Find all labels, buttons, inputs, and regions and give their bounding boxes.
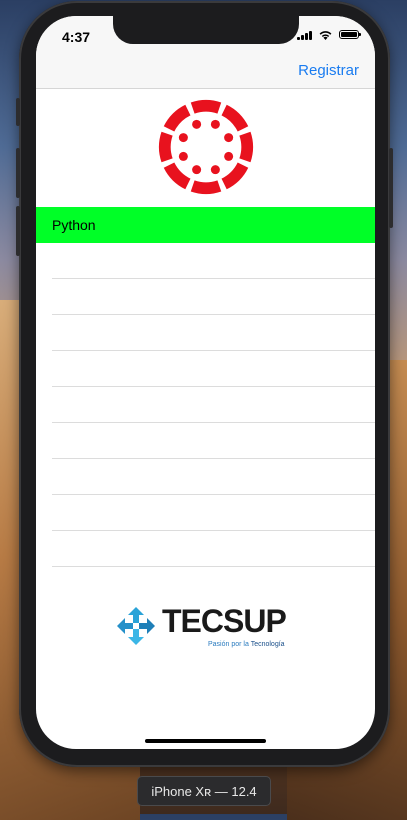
canvas-logo-segment xyxy=(221,162,249,190)
list-item-empty[interactable] xyxy=(36,279,375,315)
wifi-icon xyxy=(319,31,332,40)
canvas-logo-dot xyxy=(224,133,234,143)
volume-down-button xyxy=(16,206,20,256)
tecsup-arrows-icon xyxy=(117,607,155,645)
canvas-logo xyxy=(157,98,255,196)
notch xyxy=(113,16,299,44)
canvas-logo-dot xyxy=(192,165,202,175)
canvas-logo-dot xyxy=(178,133,188,143)
canvas-logo-segment xyxy=(190,99,222,114)
canvas-logo-segment xyxy=(221,104,249,132)
canvas-logo-dot xyxy=(224,151,234,161)
battery-icon xyxy=(339,30,361,39)
list-item-empty[interactable] xyxy=(36,423,375,459)
canvas-logo-icon xyxy=(158,99,254,195)
list-item-python[interactable]: Python xyxy=(36,207,375,243)
list-item-empty[interactable] xyxy=(36,351,375,387)
simulator-device-label: iPhone Xʀ — 12.4 xyxy=(137,776,271,806)
canvas-logo-dot xyxy=(210,165,220,175)
list-item-empty[interactable] xyxy=(36,243,375,279)
list-item-empty[interactable] xyxy=(36,495,375,531)
register-button[interactable]: Registrar xyxy=(298,62,359,79)
home-indicator[interactable] xyxy=(145,739,266,743)
tecsup-wordmark: TECSUP xyxy=(162,603,287,639)
canvas-logo-segment xyxy=(163,104,191,132)
canvas-logo-dot xyxy=(178,151,188,161)
course-list: Python xyxy=(36,207,375,567)
status-time: 4:37 xyxy=(62,29,91,45)
list-item-empty[interactable] xyxy=(36,531,375,567)
tecsup-tagline: Pasión por la Tecnología xyxy=(208,641,285,648)
cellular-signal-icon xyxy=(297,30,312,40)
list-item-empty[interactable] xyxy=(36,315,375,351)
canvas-logo-segment xyxy=(239,131,254,163)
canvas-logo-segment xyxy=(158,131,173,163)
tecsup-logo: TECSUP Pasión por la Tecnología xyxy=(114,602,294,654)
mute-switch xyxy=(16,98,20,126)
canvas-logo-segment xyxy=(190,180,222,195)
canvas-logo-dot xyxy=(210,119,220,129)
empty-rows xyxy=(36,243,375,567)
list-item-label: Python xyxy=(52,217,96,233)
volume-up-button xyxy=(16,148,20,198)
canvas-logo-dot xyxy=(192,119,202,129)
list-item-empty[interactable] xyxy=(36,387,375,423)
canvas-logo-segment xyxy=(163,162,191,190)
status-icons xyxy=(297,29,361,40)
list-item-empty[interactable] xyxy=(36,459,375,495)
power-button xyxy=(389,148,393,228)
app-screen: Registrar 4:37 Python TECSUP Pasión por … xyxy=(36,16,375,749)
